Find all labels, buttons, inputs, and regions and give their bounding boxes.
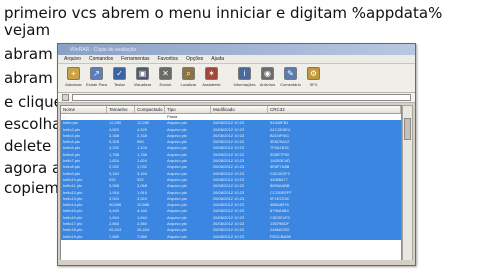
sfx-icon: ⚙: [307, 67, 320, 80]
column-header-3[interactable]: Tipo: [165, 106, 211, 113]
toolbar-delete-button[interactable]: ✕ Excluir: [156, 67, 175, 87]
title-bar[interactable]: WinRAR - Cópia de avaliação: [58, 44, 415, 55]
table-cell: FEDCBA98: [270, 233, 291, 239]
toolbar-view-button[interactable]: ▣ Visualizar: [133, 67, 152, 87]
test-icon: ✓: [113, 67, 126, 80]
overlay-line: agora a: [4, 159, 62, 177]
toolbar-extract-button[interactable]: ↗ Extrair Para: [85, 67, 108, 87]
view-icon: ▣: [136, 67, 149, 80]
overlay-line: primeiro vcs abrem o menu inniciar e dig…: [4, 4, 443, 22]
wizard-icon: ✶: [205, 67, 218, 80]
file-rows: .. Pasta hello.ptc 12,280 12,280 Arquivo ptc 2…: [61, 114, 401, 240]
menu-opções[interactable]: Opções: [186, 56, 203, 62]
toolbar-label: Excluir: [159, 82, 172, 87]
table-cell: 7,580: [137, 233, 148, 239]
address-bar: [58, 93, 415, 103]
extract-icon: ↗: [90, 67, 103, 80]
table-cell: hello19.ptc: [63, 233, 83, 239]
menu-ferramentas[interactable]: Ferramentas: [121, 56, 149, 62]
find-icon: ⌕: [182, 67, 195, 80]
toolbar-label: Adicionar: [65, 82, 82, 87]
overlay-line: copiem: [4, 179, 59, 197]
table-cell: 7,580: [109, 233, 120, 239]
winrar-window: WinRAR - Cópia de avaliação Arquivo Coman…: [57, 43, 416, 266]
toolbar-label: SFX: [309, 82, 318, 87]
toolbar-label: Localizar: [180, 82, 197, 87]
toolbar-antivirus-button[interactable]: ◉ Antivírus: [258, 67, 277, 87]
column-header-1[interactable]: Tamanho: [107, 106, 135, 113]
toolbar-comment-button[interactable]: ✎ Comentário: [280, 67, 301, 87]
column-header-0[interactable]: Nome: [61, 106, 107, 113]
column-header-2[interactable]: Compactado: [135, 106, 165, 113]
column-header: Nome Tamanho Compactado Tipo Modificado CRC32: [61, 106, 401, 114]
menu-bar: Arquivo Comandos Ferramentas Favoritos Opçõe…: [58, 55, 415, 64]
column-header-4[interactable]: Modificado: [211, 106, 268, 113]
status-bar: [58, 260, 415, 265]
add-icon: +: [67, 67, 80, 80]
menu-arquivo[interactable]: Arquivo: [64, 56, 81, 62]
table-row[interactable]: hello19.ptc 7,580 7,580 Arquivo ptc 26/08/20…: [61, 233, 401, 240]
toolbar-find-button[interactable]: ⌕ Localizar: [179, 67, 198, 87]
window-title: WinRAR - Cópia de avaliação: [70, 46, 137, 53]
menu-ajuda[interactable]: Ajuda: [211, 56, 224, 62]
scroll-thumb[interactable]: [404, 118, 411, 140]
toolbar-wizard-button[interactable]: ✶ Assistente: [202, 67, 221, 87]
comment-icon: ✎: [284, 67, 297, 80]
table-cell: 26/08/2012 10:23: [213, 233, 245, 239]
overlay-line: escolha: [4, 115, 62, 133]
vertical-scrollbar[interactable]: [402, 105, 413, 262]
menu-favoritos[interactable]: Favoritos: [157, 56, 178, 62]
toolbar: + Adicionar ↗ Extrair Para ✓ Testar ▣ Visualiza…: [58, 64, 415, 93]
overlay-line: e clique: [4, 93, 63, 111]
toolbar-info-button[interactable]: i Informações: [233, 67, 256, 87]
column-header-5[interactable]: CRC32: [268, 106, 401, 113]
toolbar-sfx-button[interactable]: ⚙ SFX: [304, 67, 323, 87]
file-list: Nome Tamanho Compactado Tipo Modificado CRC32…: [60, 105, 402, 262]
toolbar-label: Comentário: [280, 82, 301, 87]
toolbar-label: Antivírus: [259, 82, 276, 87]
toolbar-label: Extrair Para: [85, 82, 108, 87]
delete-icon: ✕: [159, 67, 172, 80]
toolbar-test-button[interactable]: ✓ Testar: [110, 67, 129, 87]
info-icon: i: [238, 67, 251, 80]
toolbar-label: Informações: [233, 82, 256, 87]
overlay-line: vejam: [4, 21, 51, 39]
toolbar-label: Visualizar: [133, 82, 152, 87]
toolbar-label: Testar: [114, 82, 125, 87]
antivirus-icon: ◉: [261, 67, 274, 80]
table-cell: Arquivo ptc: [167, 233, 188, 239]
up-folder-button[interactable]: [62, 94, 69, 101]
toolbar-add-button[interactable]: + Adicionar: [64, 67, 83, 87]
toolbar-label: Assistente: [202, 82, 221, 87]
path-field[interactable]: [72, 94, 411, 101]
menu-comandos[interactable]: Comandos: [89, 56, 113, 62]
